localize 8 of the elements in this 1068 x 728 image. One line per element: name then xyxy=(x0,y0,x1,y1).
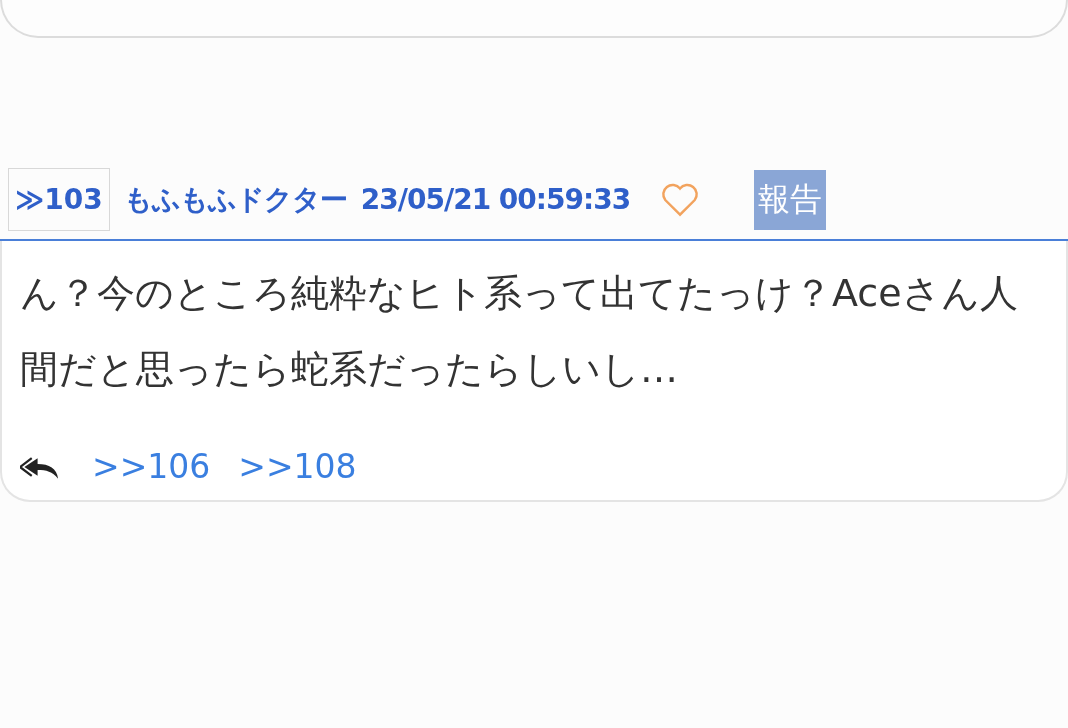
reply-link[interactable]: >>106 xyxy=(92,447,211,486)
heart-icon[interactable] xyxy=(660,181,701,218)
post-datetime: 23/05/21 00:59:33 xyxy=(360,183,631,216)
author-name: もふもふドクター xyxy=(123,181,347,218)
post-number-link[interactable]: ≫103 xyxy=(8,168,110,231)
report-button[interactable]: 報告 xyxy=(754,169,827,230)
post-body: ん？今のところ純粋なヒト系って出てたっけ？Aceさん人間だと思ったら蛇系だったらしいし… xyxy=(20,270,1019,393)
reply-link[interactable]: >>108 xyxy=(238,447,357,486)
